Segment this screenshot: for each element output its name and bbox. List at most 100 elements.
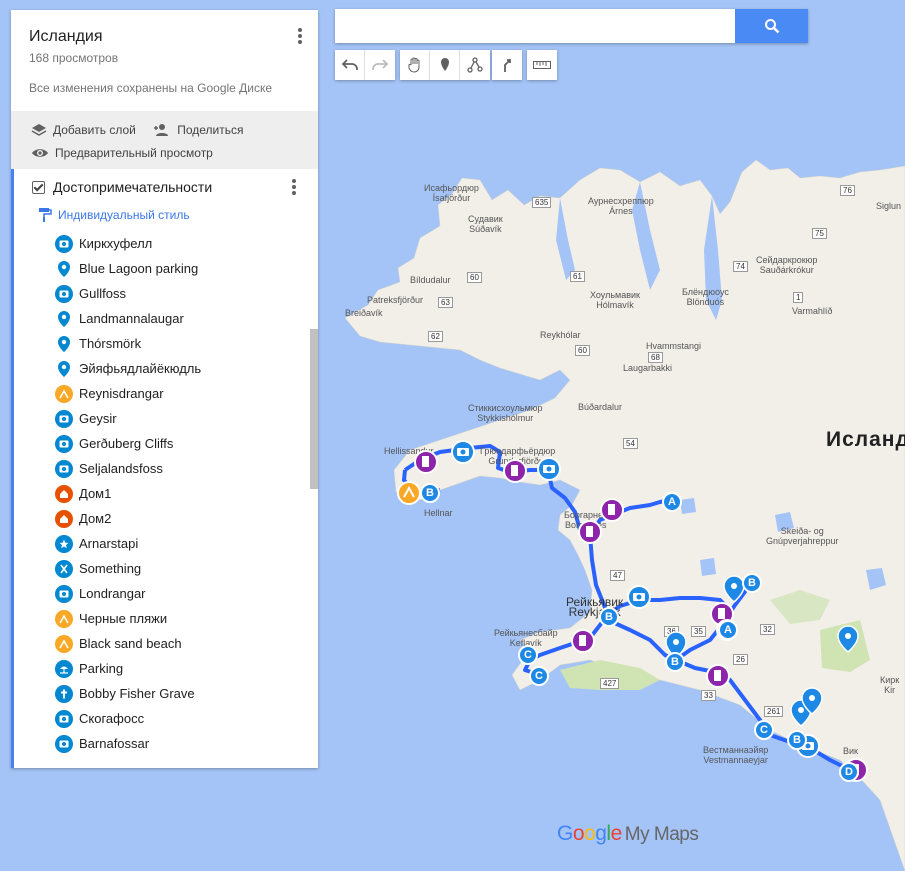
- layer-visibility-checkbox[interactable]: [32, 180, 45, 194]
- pin-marker[interactable]: [723, 575, 745, 603]
- scrollbar[interactable]: [310, 329, 318, 489]
- camera-icon: [55, 409, 73, 428]
- layer-options-button[interactable]: [290, 179, 298, 197]
- hiking-icon: [55, 609, 73, 628]
- list-item[interactable]: Thórsmörk: [14, 331, 318, 356]
- measure-button[interactable]: [527, 50, 557, 80]
- list-item-label: Blue Lagoon parking: [79, 261, 199, 276]
- layer-header: Достопримечательности: [14, 169, 318, 205]
- route-marker-c[interactable]: C: [518, 645, 538, 665]
- directions-button[interactable]: [492, 50, 522, 80]
- list-item[interactable]: Эйяфьядлайёкюдль: [14, 356, 318, 381]
- list-item[interactable]: Geysir: [14, 406, 318, 431]
- route-marker-d[interactable]: D: [839, 762, 859, 782]
- paint-roller-icon: [39, 208, 52, 222]
- list-item[interactable]: Bobby Fisher Grave: [14, 681, 318, 706]
- list-item-label: Londrangar: [79, 586, 146, 601]
- directions-icon: [504, 59, 511, 72]
- list-item[interactable]: Barnafossar: [14, 731, 318, 756]
- preview-button[interactable]: Предварительный просмотр: [31, 144, 318, 162]
- list-item-label: Скогафосс: [79, 711, 145, 726]
- list-item-label: Дом1: [79, 486, 112, 501]
- route-marker-b[interactable]: B: [420, 483, 440, 503]
- route-marker-a[interactable]: A: [718, 620, 738, 640]
- fuel-marker[interactable]: [578, 520, 602, 544]
- list-item[interactable]: Parking: [14, 656, 318, 681]
- route-marker-b[interactable]: B: [787, 730, 807, 750]
- add-layer-label: Добавить слой: [53, 123, 136, 137]
- pin-icon: [55, 310, 73, 328]
- list-item[interactable]: Arnarstapi: [14, 531, 318, 556]
- map-title[interactable]: Исландия: [29, 28, 300, 46]
- list-item-label: Bobby Fisher Grave: [79, 686, 195, 701]
- fuel-marker[interactable]: [706, 664, 730, 688]
- redo-button[interactable]: [365, 50, 395, 80]
- list-item[interactable]: Киркхуфелл: [14, 231, 318, 256]
- list-item[interactable]: Landmannalaugar: [14, 306, 318, 331]
- camera-icon: [55, 284, 73, 303]
- list-item[interactable]: Londrangar: [14, 581, 318, 606]
- pin-icon: [55, 335, 73, 353]
- search-input[interactable]: [335, 9, 735, 43]
- camera-icon: [55, 709, 73, 728]
- route-marker-b[interactable]: B: [742, 573, 762, 593]
- list-item[interactable]: Gullfoss: [14, 281, 318, 306]
- undo-button[interactable]: [335, 50, 365, 80]
- pin-icon: [55, 260, 73, 278]
- directions-toolbar: [492, 50, 522, 80]
- ruler-icon: [533, 61, 551, 69]
- layer-name[interactable]: Достопримечательности: [53, 179, 212, 195]
- list-item[interactable]: Gerðuberg Cliffs: [14, 431, 318, 456]
- share-button[interactable]: Поделиться: [153, 121, 244, 139]
- camera-marker[interactable]: [537, 457, 561, 481]
- hiking-marker[interactable]: [397, 481, 421, 505]
- route-marker-c[interactable]: C: [754, 720, 774, 740]
- list-item[interactable]: Черные пляжи: [14, 606, 318, 631]
- list-item-label: Arnarstapi: [79, 536, 139, 551]
- pin-marker[interactable]: [837, 625, 859, 653]
- fuel-marker[interactable]: [600, 498, 624, 522]
- google-my-maps-logo: Google My Maps: [557, 822, 699, 845]
- add-layer-button[interactable]: Добавить слой: [31, 121, 136, 139]
- list-item[interactable]: Something: [14, 556, 318, 581]
- fuel-marker[interactable]: [414, 450, 438, 474]
- camera-icon: [55, 459, 73, 478]
- beach-icon: [55, 659, 73, 678]
- search-button[interactable]: [735, 9, 808, 43]
- list-item[interactable]: Скогафосс: [14, 706, 318, 731]
- camera-icon: [55, 434, 73, 453]
- home-icon: [55, 484, 73, 503]
- list-item[interactable]: Black sand beach: [14, 631, 318, 656]
- list-item[interactable]: Seljalandsfoss: [14, 456, 318, 481]
- share-label: Поделиться: [177, 123, 244, 137]
- map-sidebar: Исландия 168 просмотров Все изменения со…: [11, 10, 318, 768]
- list-item[interactable]: Дом2: [14, 506, 318, 531]
- map-options-button[interactable]: [296, 28, 304, 46]
- list-item-label: Reynisdrangar: [79, 386, 164, 401]
- place-list: Киркхуфелл Blue Lagoon parking Gullfoss Lan…: [14, 231, 318, 756]
- list-item[interactable]: Blue Lagoon parking: [14, 256, 318, 281]
- add-marker-button[interactable]: [430, 50, 460, 80]
- fuel-marker[interactable]: [571, 629, 595, 653]
- individual-style-link[interactable]: Индивидуальный стиль: [14, 205, 318, 225]
- list-item-label: Something: [79, 561, 142, 576]
- route-marker-c[interactable]: C: [529, 666, 549, 686]
- list-item-label: Gerðuberg Cliffs: [79, 436, 174, 451]
- route-marker-a[interactable]: A: [662, 492, 682, 512]
- undo-icon: [341, 59, 358, 70]
- list-item-label: Эйяфьядлайёкюдль: [79, 361, 202, 376]
- list-item[interactable]: Дом1: [14, 481, 318, 506]
- tools-toolbar: [400, 50, 490, 80]
- draw-line-button[interactable]: [460, 50, 490, 80]
- camera-icon: [55, 584, 73, 603]
- list-item[interactable]: Reynisdrangar: [14, 381, 318, 406]
- camera-marker[interactable]: [627, 585, 651, 609]
- camera-marker[interactable]: [451, 440, 475, 464]
- marker-icon: [440, 58, 449, 71]
- route-marker-b[interactable]: B: [599, 607, 619, 627]
- route-marker-b[interactable]: B: [665, 652, 685, 672]
- fuel-marker[interactable]: [503, 459, 527, 483]
- pan-tool-button[interactable]: [400, 50, 430, 80]
- camera-icon: [55, 234, 73, 253]
- hand-icon: [407, 57, 419, 73]
